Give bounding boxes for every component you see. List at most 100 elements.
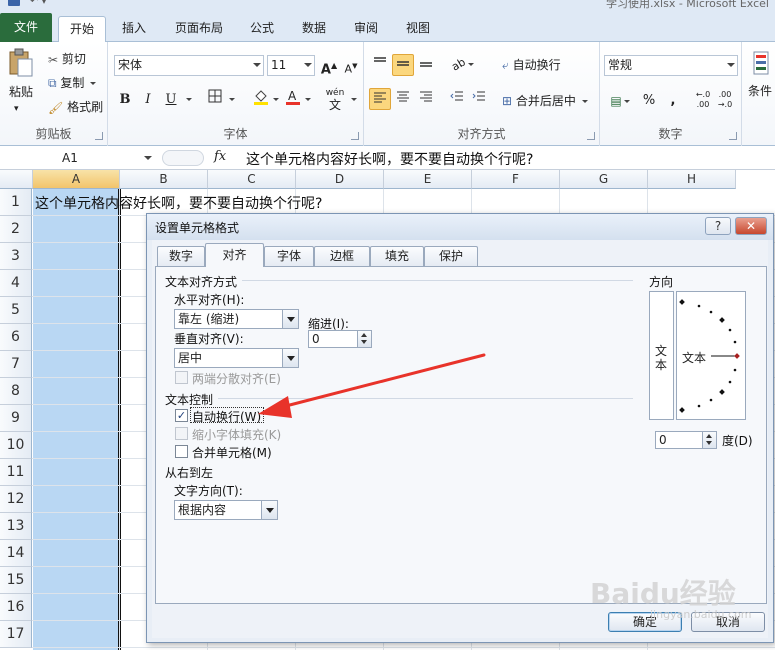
row-header-11[interactable]: 11 [0,459,32,486]
align-bottom-button[interactable] [415,54,437,76]
justify-distributed-checkbox[interactable] [175,371,188,384]
format-painter-button[interactable]: 🖌 格式刷 [48,98,103,115]
underline-dropdown-icon[interactable] [182,89,194,111]
cell-a1[interactable]: 这个单元格内容好长啊，要不要自动换个行呢? [35,193,322,213]
tab-border[interactable]: 边框 [314,246,370,266]
vertical-align-select[interactable]: 居中 [174,348,299,368]
orientation-button[interactable]: ab [448,54,478,76]
shrink-font-button[interactable]: A▼ [340,55,362,77]
fill-color-button[interactable] [250,89,272,111]
insert-function-icon[interactable]: fx [214,149,226,164]
align-left-button[interactable] [369,88,391,110]
wrap-text-button[interactable]: ⤶ 自动换行 [502,56,561,73]
row-header-5[interactable]: 5 [0,297,32,324]
help-button[interactable]: ? [705,217,731,235]
decrease-decimal-button[interactable]: .00 →.0 [714,90,736,112]
conditional-format-label[interactable]: 条件 [748,82,772,99]
align-center-button[interactable] [392,88,414,110]
tab-home[interactable]: 开始 [58,16,106,43]
shrink-to-fit-checkbox[interactable] [175,427,188,440]
vertical-text-button[interactable]: 文本 [649,291,674,420]
row-header-2[interactable]: 2 [0,216,32,243]
tab-fill[interactable]: 填充 [370,246,424,266]
tab-view[interactable]: 视图 [396,16,440,42]
number-format-combo[interactable]: 常规 [604,55,738,76]
formula-input[interactable]: 这个单元格内容好长啊，要不要自动换个行呢? [246,149,533,169]
text-direction-select[interactable]: 根据内容 [174,500,278,520]
dialog-title-bar[interactable]: 设置单元格格式 ? ✕ [147,214,773,240]
column-header-b[interactable]: B [120,170,208,189]
select-all-corner[interactable] [0,170,33,189]
font-color-button[interactable]: A [282,89,304,111]
save-icon[interactable] [8,0,20,6]
fill-color-dropdown-icon[interactable] [270,89,280,111]
merge-cells-checkbox[interactable] [175,445,188,458]
tab-protection[interactable]: 保护 [424,246,478,266]
align-top-button[interactable] [369,54,391,76]
row-header-9[interactable]: 9 [0,405,32,432]
merge-center-button[interactable]: ⊞ 合并后居中 [502,92,588,109]
row-header-3[interactable]: 3 [0,243,32,270]
tab-font[interactable]: 字体 [264,246,314,266]
cut-button[interactable]: ✂ 剪切 [48,50,86,67]
degrees-spinner[interactable]: 0 [655,431,717,449]
row-header-4[interactable]: 4 [0,270,32,297]
underline-button[interactable]: U [160,89,182,111]
column-header-d[interactable]: D [296,170,384,189]
wrap-text-checkbox[interactable]: ✓ [175,409,188,422]
grow-font-button[interactable]: A▲ [318,55,340,77]
merge-cells-label[interactable]: 合并单元格(M) [192,444,272,461]
row-header-10[interactable]: 10 [0,432,32,459]
conditional-format-button[interactable] [752,50,770,79]
orientation-dial[interactable]: 文本 [676,291,746,420]
tab-file[interactable]: 文件 [0,13,52,42]
increase-decimal-button[interactable]: ←.0.00 [692,90,714,112]
bold-button[interactable]: B [114,89,136,111]
paste-button[interactable] [8,48,34,78]
column-header-a[interactable]: A [33,170,120,189]
align-right-button[interactable] [415,88,437,110]
phonetic-button[interactable]: wén 文 [320,87,350,111]
font-color-dropdown-icon[interactable] [302,89,312,111]
row-header-16[interactable]: 16 [0,594,32,621]
decrease-indent-button[interactable] [446,88,468,110]
undo-icon[interactable]: ↶ ▾ [30,0,47,7]
paste-dropdown-icon[interactable]: ▾ [14,104,19,114]
tab-data[interactable]: 数据 [292,16,336,42]
row-header-17[interactable]: 17 [0,621,32,648]
copy-button[interactable]: ⧉ 复制 [48,74,97,91]
percent-button[interactable]: % [638,90,660,112]
paste-label[interactable]: 粘贴 [9,83,33,100]
row-header-8[interactable]: 8 [0,378,32,405]
column-header-f[interactable]: F [472,170,560,189]
row-header-12[interactable]: 12 [0,486,32,513]
row-header-6[interactable]: 6 [0,324,32,351]
tab-page-layout[interactable]: 页面布局 [164,16,234,42]
tab-number[interactable]: 数字 [157,246,205,266]
comma-button[interactable]: , [662,90,684,112]
font-launcher-icon[interactable] [351,132,359,140]
column-header-g[interactable]: G [560,170,648,189]
number-launcher-icon[interactable] [729,132,737,140]
wrap-text-label[interactable]: 自动换行(W) [192,408,261,425]
tab-review[interactable]: 审阅 [344,16,388,42]
alignment-launcher-icon[interactable] [587,132,595,140]
name-box[interactable]: A1 [2,148,154,168]
phonetic-dropdown-icon[interactable] [348,89,358,111]
borders-dropdown-icon[interactable] [226,89,236,111]
row-header-14[interactable]: 14 [0,540,32,567]
horizontal-align-select[interactable]: 靠左 (缩进) [174,309,299,329]
close-button[interactable]: ✕ [735,217,767,235]
row-header-15[interactable]: 15 [0,567,32,594]
italic-button[interactable]: I [137,89,159,111]
row-header-1[interactable]: 1 [0,189,32,216]
increase-indent-button[interactable] [468,88,490,110]
tab-alignment[interactable]: 对齐 [205,243,264,267]
column-header-h[interactable]: H [648,170,736,189]
tab-insert[interactable]: 插入 [112,16,156,42]
indent-spinner[interactable]: 0 [308,330,372,348]
row-header-13[interactable]: 13 [0,513,32,540]
align-middle-button[interactable] [392,54,414,76]
row-header-7[interactable]: 7 [0,351,32,378]
tab-formulas[interactable]: 公式 [240,16,284,42]
